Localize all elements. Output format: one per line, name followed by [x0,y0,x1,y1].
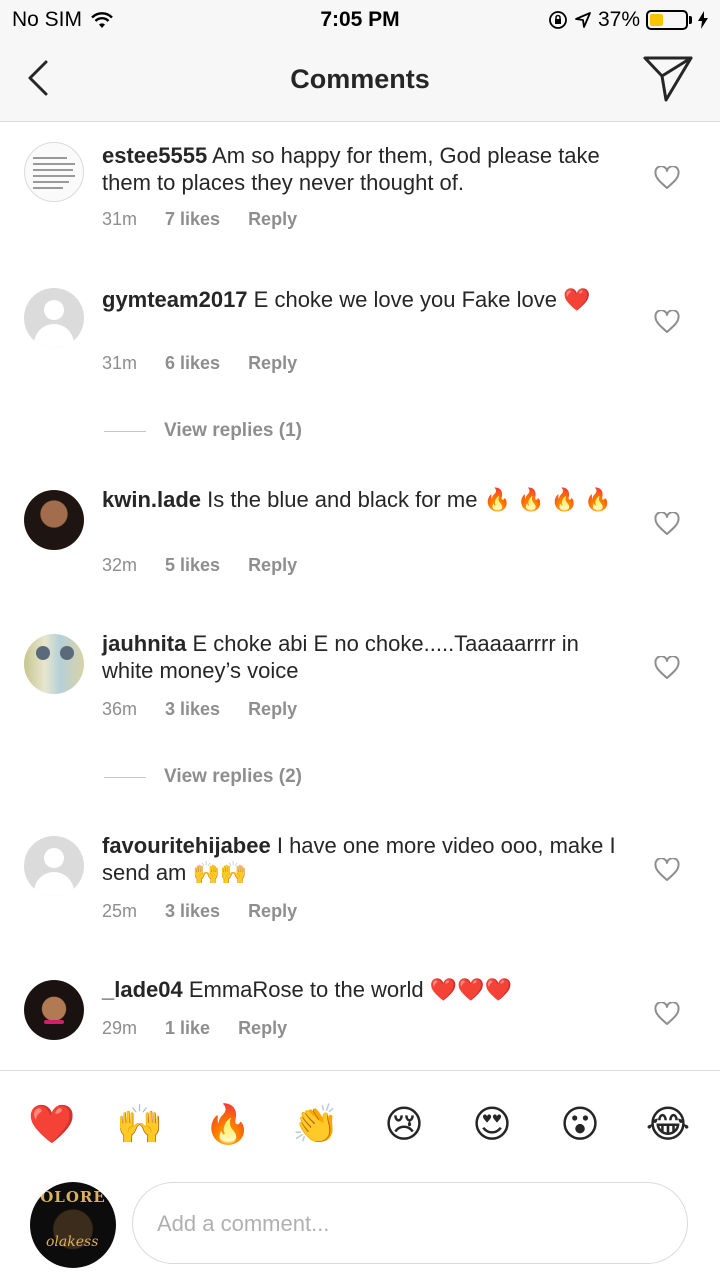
comment-time: 31m [102,353,138,373]
reply-button[interactable]: Reply [238,1018,287,1039]
avatar-figure [60,646,74,660]
emoji-surprised-button[interactable]: 😮 [555,1099,605,1149]
comment-time: 36m [102,699,138,719]
avatar[interactable] [24,634,84,694]
avatar[interactable] [24,980,84,1040]
avatar-text-line [33,181,69,183]
comment-username[interactable]: kwin.lade [102,487,201,512]
comment-time: 32m [102,555,138,575]
comment-time: 29m [102,1018,138,1038]
view-replies-button[interactable]: View replies (2) [104,766,302,788]
reply-button[interactable]: Reply [248,901,297,922]
avatar[interactable] [24,142,84,202]
battery-fill [650,14,663,26]
view-replies-button[interactable]: View replies (1) [104,420,302,442]
like-heart-icon[interactable] [654,858,680,882]
location-arrow-icon [575,12,591,28]
comment-composer: OLORE olakess Add a comment... [0,1178,720,1280]
like-heart-icon[interactable] [654,310,680,334]
divider [104,430,146,432]
avatar[interactable] [24,836,84,896]
status-right: 37% [548,8,708,32]
reply-button[interactable]: Reply [248,209,297,230]
emoji-laughing-button[interactable]: 😂 [643,1099,693,1149]
avatar[interactable] [24,288,84,348]
comment-meta: 36m 3 likes Reply [102,699,325,720]
battery-cap [689,16,692,24]
comment-text: jauhnita E choke abi E no choke.....Taaa… [102,630,622,684]
avatar-text-line [33,169,73,171]
charging-bolt-icon [698,11,708,29]
battery-percent: 37% [597,8,640,31]
comment-meta: 31m 7 likes Reply [102,209,325,230]
emoji-heart-eyes-button[interactable]: 😍 [467,1099,517,1149]
comment-likes[interactable]: 3 likes [165,901,220,922]
reply-button[interactable]: Reply [248,353,297,374]
comment-text: gymteam2017 E choke we love you Fake lov… [102,286,622,313]
comment-body: E choke we love you Fake love ❤️ [253,287,591,312]
avatar-text-line [33,163,75,165]
comment-time: 31m [102,209,138,229]
emoji-raised-hands-button[interactable]: 🙌 [115,1099,165,1149]
comment-text: favouritehijabee I have one more video o… [102,832,622,886]
paper-plane-icon[interactable] [642,54,694,104]
like-heart-icon[interactable] [654,1002,680,1026]
header: Comments [0,40,720,122]
comment-text: estee5555 Am so happy for them, God plea… [102,142,622,196]
emoji-crying-button[interactable]: 😢 [379,1099,429,1149]
view-replies-label: View replies (2) [164,766,302,787]
orientation-lock-icon [549,11,567,29]
avatar-logo-text: OLORE [40,1188,106,1206]
comment-username[interactable]: gymteam2017 [102,287,248,312]
comment-meta: 31m 6 likes Reply [102,353,325,374]
avatar-lips [44,1020,64,1024]
comment-text: _lade04 EmmaRose to the world ❤️❤️❤️ [102,976,622,1003]
comment-likes[interactable]: 3 likes [165,699,220,720]
emoji-quick-bar: ❤️ 🙌 🔥 👏 😢 😍 😮 😂 [0,1070,720,1178]
avatar-text-line [33,175,75,177]
reply-button[interactable]: Reply [248,555,297,576]
like-heart-icon[interactable] [654,512,680,536]
comment-meta: 32m 5 likes Reply [102,555,325,576]
comment-text: kwin.lade Is the blue and black for me 🔥… [102,486,622,513]
divider [104,776,146,778]
avatar[interactable] [24,490,84,550]
comment-body: EmmaRose to the world ❤️❤️❤️ [188,977,512,1002]
comment-likes[interactable]: 5 likes [165,555,220,576]
emoji-clap-button[interactable]: 👏 [291,1099,341,1149]
comment-username[interactable]: jauhnita [102,631,186,656]
avatar-text-line [33,187,63,189]
like-heart-icon[interactable] [654,166,680,190]
my-avatar: OLORE olakess [30,1182,116,1268]
reply-button[interactable]: Reply [248,699,297,720]
page-title: Comments [290,64,430,94]
comment-username[interactable]: estee5555 [102,143,207,168]
comment-likes[interactable]: 6 likes [165,353,220,374]
battery-icon [646,10,688,30]
like-heart-icon[interactable] [654,656,680,680]
comment-username[interactable]: _lade04 [102,977,183,1002]
comment-likes[interactable]: 7 likes [165,209,220,230]
comment-meta: 29m 1 like Reply [102,1018,315,1039]
emoji-fire-button[interactable]: 🔥 [203,1099,253,1149]
comment-username[interactable]: favouritehijabee [102,833,271,858]
status-bar: No SIM 7:05 PM 37% [0,0,720,40]
view-replies-label: View replies (1) [164,420,302,441]
comment-time: 25m [102,901,138,921]
avatar-signature: olakess [46,1234,99,1250]
comment-input[interactable]: Add a comment... [132,1182,688,1264]
comment-body: Is the blue and black for me 🔥 🔥 🔥 🔥 [207,487,612,512]
emoji-heart-button[interactable]: ❤️ [27,1099,77,1149]
comment-meta: 25m 3 likes Reply [102,901,325,922]
comments-list[interactable]: estee5555 Am so happy for them, God plea… [0,122,720,1070]
avatar-figure [36,646,50,660]
avatar-text-line [33,157,67,159]
comment-likes[interactable]: 1 like [165,1018,210,1039]
